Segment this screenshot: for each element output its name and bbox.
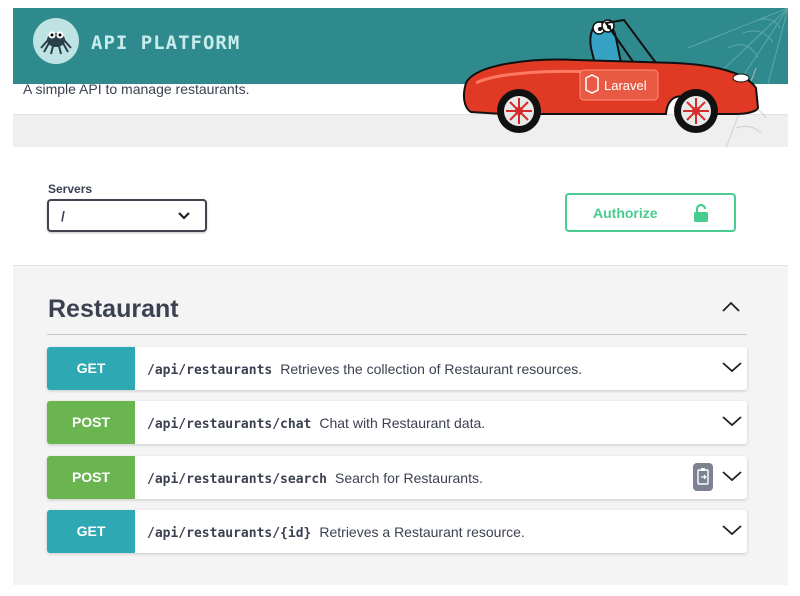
chevron-down-icon[interactable] (721, 413, 743, 429)
operation-path: /api/restaurants/{id} Retrieves a Restaur… (147, 524, 525, 541)
operation-post-chat[interactable]: POST /api/restaurants/chat Chat with Rest… (47, 401, 747, 444)
method-badge: POST (47, 456, 135, 499)
authorize-label: Authorize (593, 205, 658, 221)
authorize-button[interactable]: Authorize (565, 193, 736, 232)
operation-path: /api/restaurants/chat Chat with Restauran… (147, 415, 486, 432)
chevron-down-icon (178, 212, 190, 220)
chevron-up-icon[interactable] (721, 300, 741, 314)
operation-path: /api/restaurants/search Search for Restau… (147, 470, 483, 487)
method-badge: GET (47, 347, 135, 390)
method-badge: GET (47, 510, 135, 553)
copy-to-clipboard-icon[interactable] (693, 463, 713, 491)
operation-get-item[interactable]: GET /api/restaurants/{id} Retrieves a Res… (47, 510, 747, 553)
operation-path: /api/restaurants Retrieves the collection… (147, 361, 583, 378)
operation-summary: Search for Restaurants. (335, 470, 483, 486)
servers-label: Servers (48, 182, 93, 196)
brand-title: API PLATFORM (91, 32, 241, 54)
laravel-car-illustration: Laravel (456, 8, 767, 158)
tag-title-restaurant[interactable]: Restaurant (48, 295, 179, 324)
servers-selected-value: / (61, 208, 65, 224)
tag-divider (47, 334, 747, 335)
servers-select[interactable]: / (47, 199, 207, 232)
operation-summary: Chat with Restaurant data. (319, 415, 486, 431)
api-description: A simple API to manage restaurants. (23, 81, 250, 97)
method-badge: POST (47, 401, 135, 444)
chevron-down-icon[interactable] (721, 359, 743, 375)
car-brand-label: Laravel (604, 78, 647, 93)
operation-summary: Retrieves the collection of Restaurant r… (280, 361, 583, 377)
chevron-down-icon[interactable] (721, 468, 743, 484)
operation-post-search[interactable]: POST /api/restaurants/search Search for R… (47, 456, 747, 499)
lock-icon (694, 203, 708, 222)
chevron-down-icon[interactable] (721, 522, 743, 538)
operation-summary: Retrieves a Restaurant resource. (319, 524, 525, 540)
operation-get-collection[interactable]: GET /api/restaurants Retrieves the collec… (47, 347, 747, 390)
spider-logo-icon[interactable] (33, 18, 79, 64)
